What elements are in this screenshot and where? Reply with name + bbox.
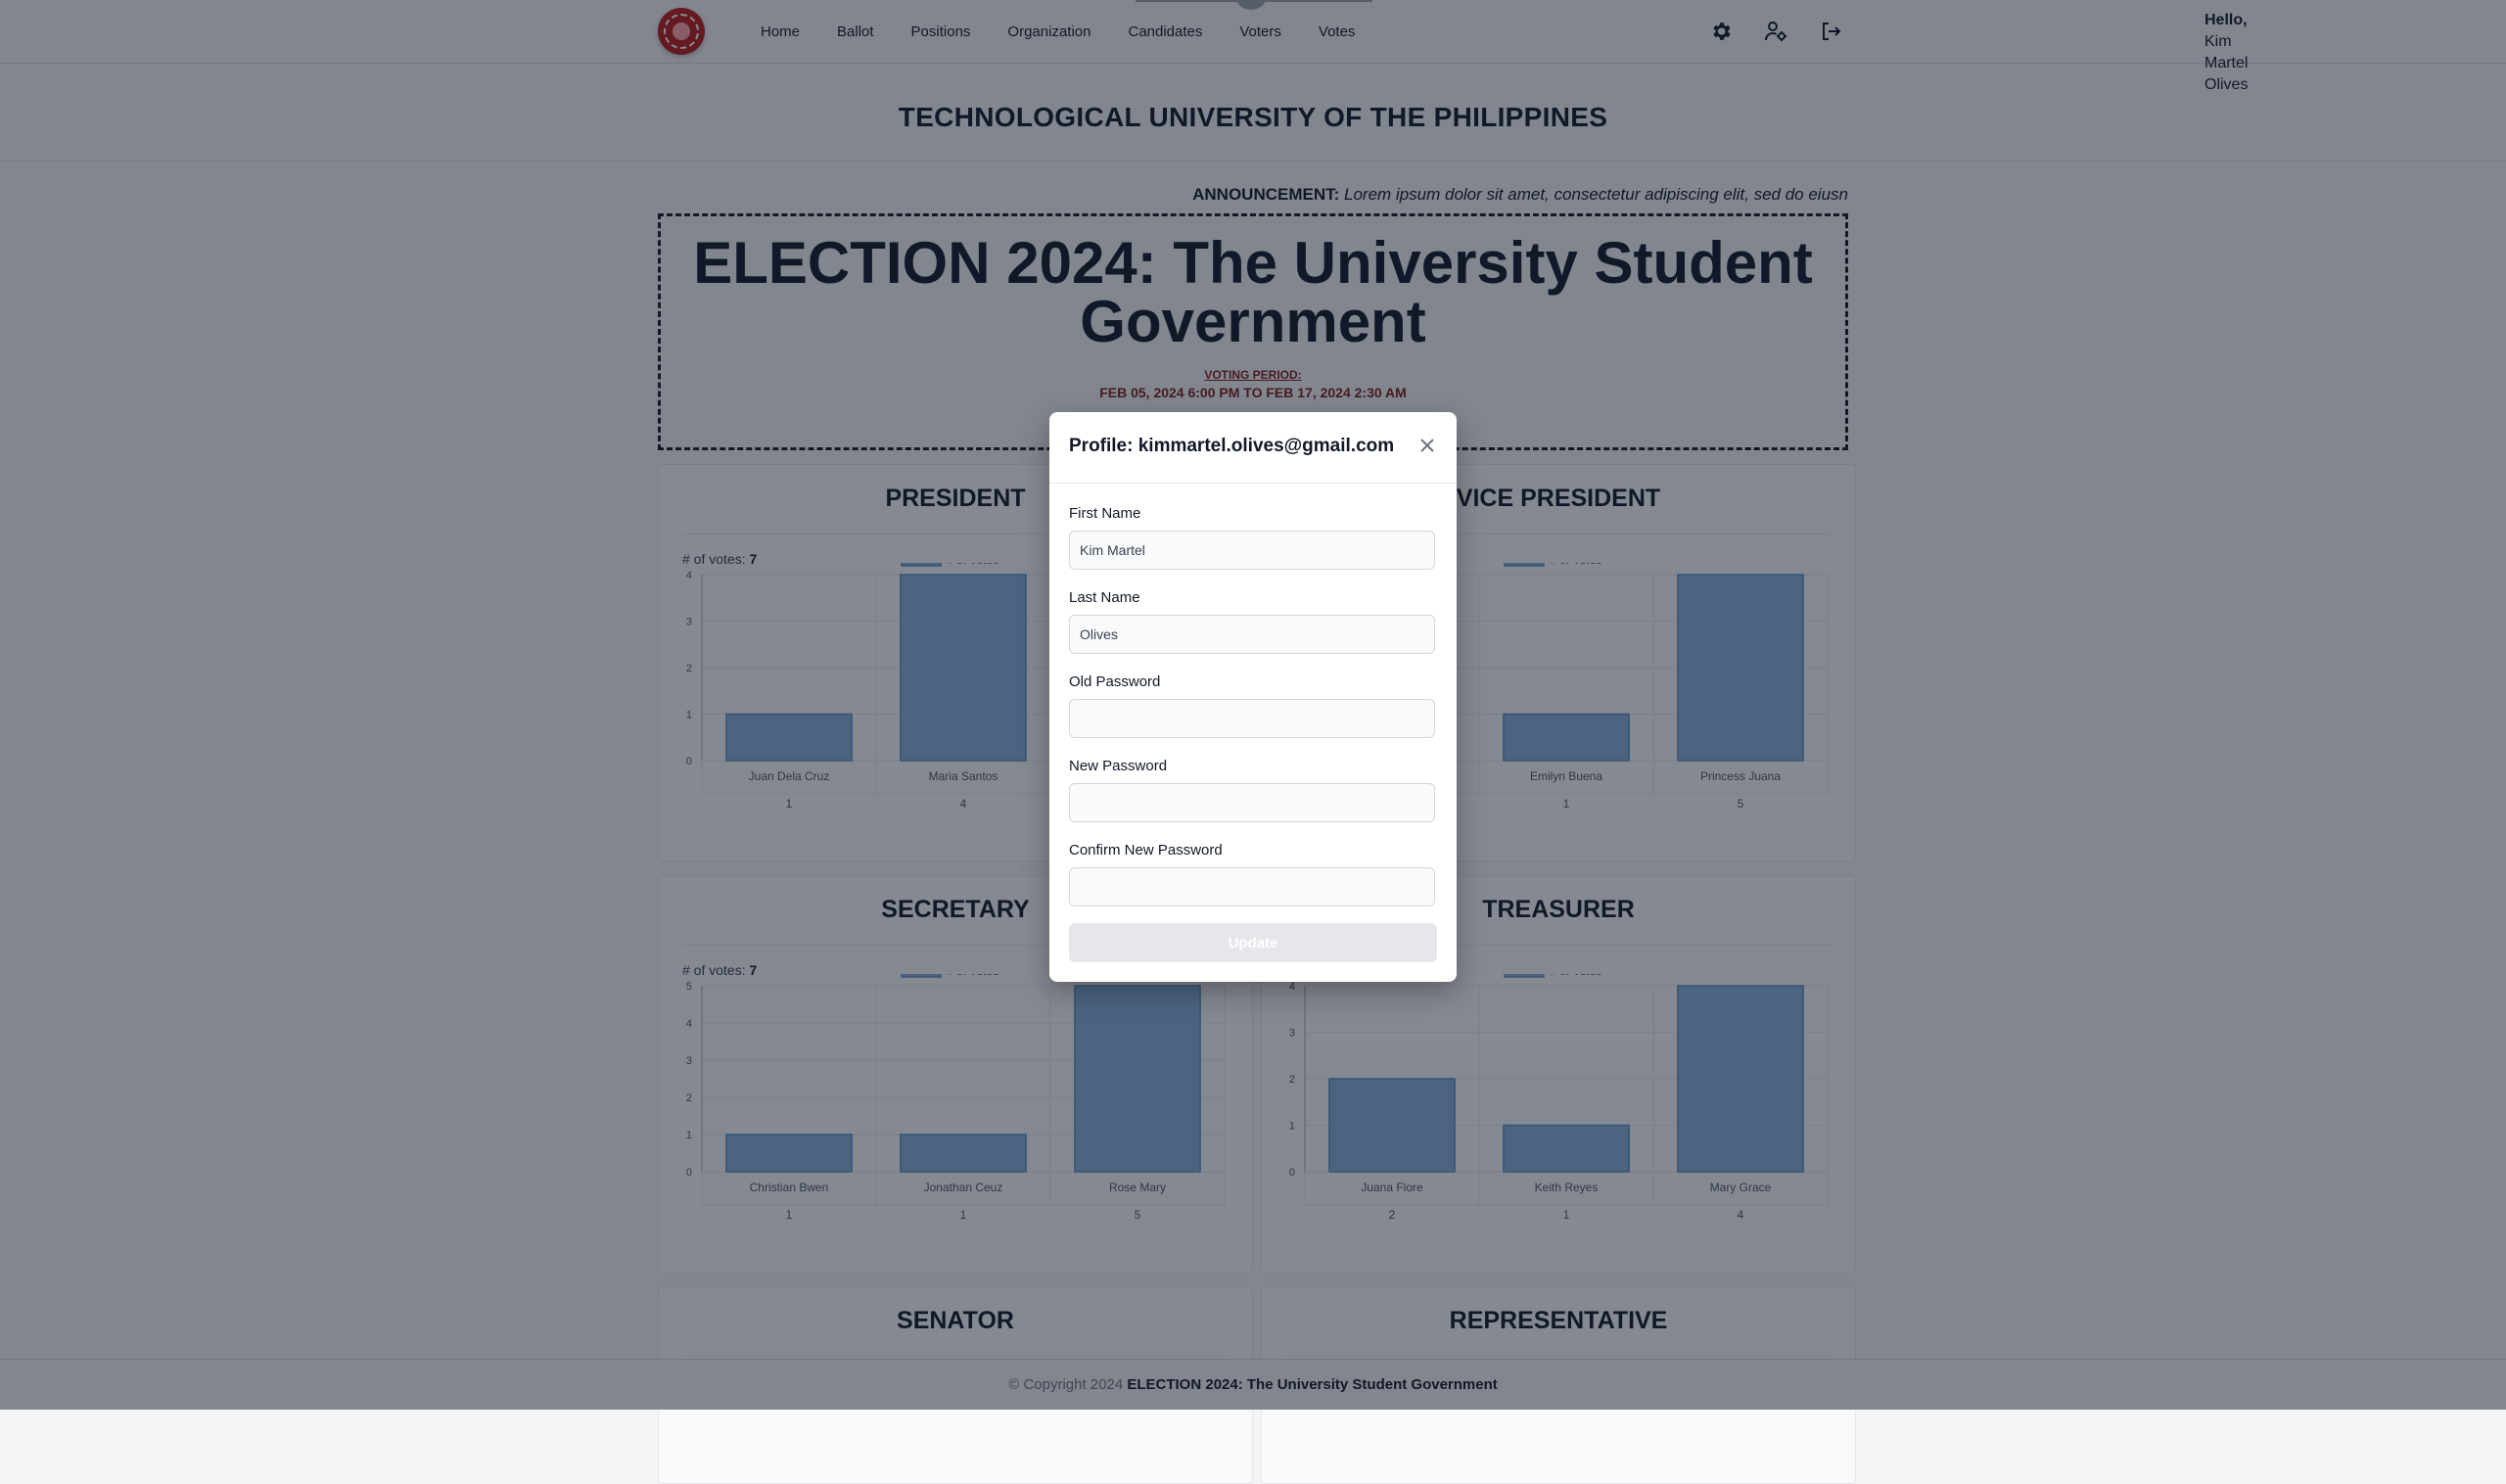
- update-button[interactable]: Update: [1069, 923, 1437, 962]
- profile-modal: Profile: kimmartel.olives@gmail.com Firs…: [1049, 412, 1457, 982]
- confirm-password-label: Confirm New Password: [1069, 842, 1223, 858]
- first-name-field[interactable]: [1069, 531, 1435, 570]
- modal-title: Profile: kimmartel.olives@gmail.com: [1069, 436, 1395, 456]
- new-password-field[interactable]: [1069, 783, 1435, 822]
- last-name-label: Last Name: [1069, 589, 1140, 606]
- confirm-password-field[interactable]: [1069, 867, 1435, 906]
- modal-header: Profile: kimmartel.olives@gmail.com: [1049, 412, 1457, 484]
- close-icon[interactable]: [1417, 436, 1437, 455]
- old-password-field[interactable]: [1069, 699, 1435, 738]
- last-name-field[interactable]: [1069, 615, 1435, 654]
- old-password-label: Old Password: [1069, 673, 1161, 690]
- first-name-label: First Name: [1069, 505, 1141, 522]
- new-password-label: New Password: [1069, 758, 1168, 774]
